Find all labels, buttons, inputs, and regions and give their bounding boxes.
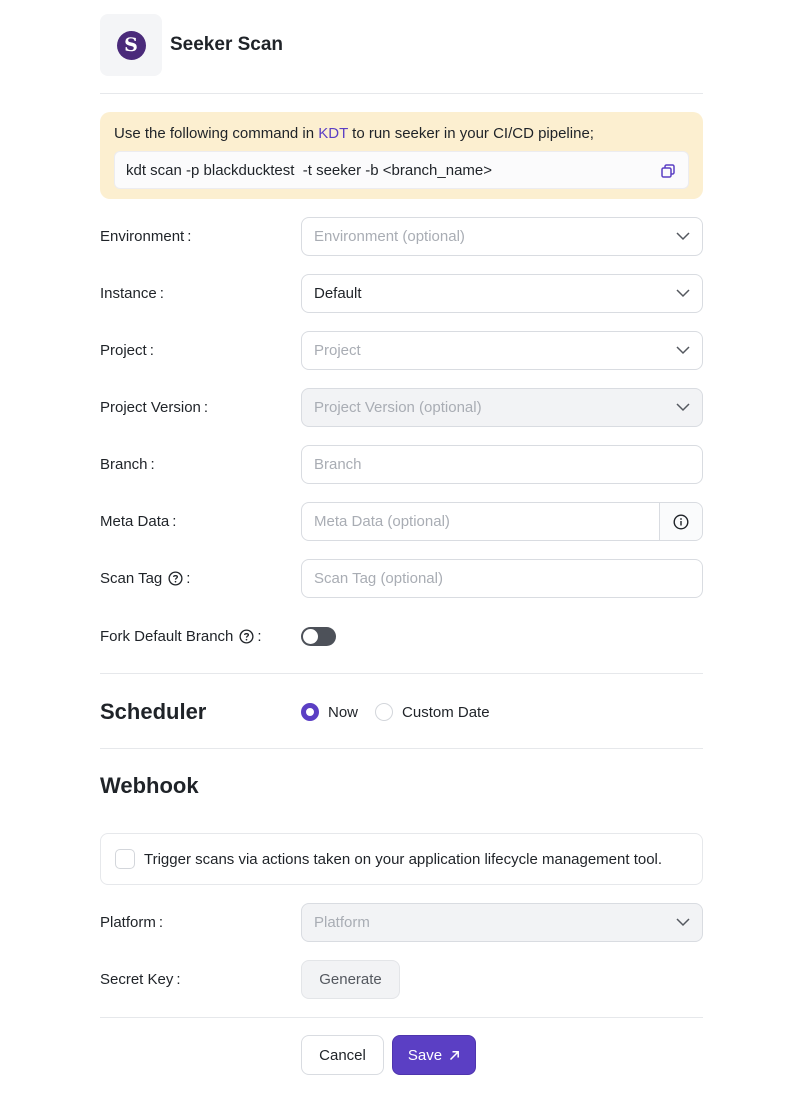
webhook-trigger-text: Trigger scans via actions taken on your … [144, 850, 663, 868]
meta-data-info-button[interactable] [659, 503, 702, 540]
arrow-up-right-icon [450, 1050, 460, 1060]
meta-data-placeholder: Meta Data (optional) [314, 513, 450, 530]
project-placeholder: Project [314, 342, 361, 359]
instance-value: Default [314, 285, 362, 302]
platform-placeholder: Platform [314, 914, 370, 931]
radio-now-label[interactable]: Now [328, 704, 358, 721]
fork-default-branch-toggle[interactable] [301, 627, 336, 646]
notice-text-before: Use the following command in [114, 125, 319, 142]
fork-default-branch-row: Fork Default Branch : [100, 617, 703, 656]
scan-tag-input[interactable]: Scan Tag (optional) [301, 559, 703, 598]
instance-select[interactable]: Default [301, 274, 703, 313]
environment-row: Environment: Environment (optional) [100, 217, 703, 256]
project-row: Project: Project [100, 331, 703, 370]
fork-default-branch-label: Fork Default Branch : [100, 628, 262, 645]
webhook-trigger-checkbox[interactable] [115, 849, 135, 869]
platform-row: Platform: Platform [100, 903, 703, 942]
platform-select[interactable]: Platform [301, 903, 703, 942]
environment-placeholder: Environment (optional) [314, 228, 465, 245]
webhook-trigger-box: Trigger scans via actions taken on your … [100, 833, 703, 885]
meta-data-label: Meta Data: [100, 513, 177, 530]
chevron-down-icon [676, 403, 690, 412]
secret-key-label: Secret Key: [100, 971, 181, 988]
platform-label: Platform: [100, 914, 164, 931]
radio-custom-date-label[interactable]: Custom Date [402, 704, 490, 721]
branch-row: Branch: Branch [100, 445, 703, 484]
help-icon[interactable] [239, 629, 254, 644]
info-icon [673, 513, 689, 530]
project-version-row: Project Version: Project Version (option… [100, 388, 703, 427]
project-select[interactable]: Project [301, 331, 703, 370]
instance-label: Instance: [100, 285, 164, 302]
generate-button[interactable]: Generate [301, 960, 400, 999]
notice-text-after: to run seeker in your CI/CD pipeline; [348, 125, 594, 142]
scheduler-title: Scheduler [100, 699, 207, 724]
command-box: kdt scan -p blackducktest -t seeker -b <… [114, 151, 689, 189]
meta-data-input[interactable]: Meta Data (optional) [301, 502, 703, 541]
kdt-link[interactable]: KDT [318, 125, 348, 142]
command-text: kdt scan -p blackducktest -t seeker -b <… [126, 161, 493, 179]
toggle-knob [303, 629, 318, 644]
logo-letter: S [116, 30, 146, 60]
copy-icon[interactable] [660, 163, 676, 179]
help-icon[interactable] [168, 571, 183, 586]
scan-tag-placeholder: Scan Tag (optional) [314, 570, 443, 587]
branch-label: Branch: [100, 456, 155, 473]
chevron-down-icon [676, 289, 690, 298]
chevron-down-icon [676, 232, 690, 241]
webhook-title: Webhook [100, 773, 199, 798]
branch-placeholder: Branch [314, 456, 362, 473]
cancel-button[interactable]: Cancel [301, 1035, 384, 1075]
project-version-placeholder: Project Version (optional) [314, 399, 482, 416]
scan-tag-row: Scan Tag : Scan Tag (optional) [100, 559, 703, 598]
divider [100, 1017, 703, 1018]
instance-row: Instance: Default [100, 274, 703, 313]
chevron-down-icon [676, 346, 690, 355]
environment-label: Environment: [100, 228, 192, 245]
environment-select[interactable]: Environment (optional) [301, 217, 703, 256]
divider [100, 673, 703, 674]
project-label: Project: [100, 342, 154, 359]
save-label: Save [407, 1046, 443, 1064]
divider [100, 748, 703, 749]
radio-custom-date[interactable] [375, 703, 394, 721]
scan-tag-label: Scan Tag : [100, 570, 191, 587]
meta-data-row: Meta Data: Meta Data (optional) [100, 502, 703, 541]
cicd-notice: Use the following command in KDT to run … [100, 112, 703, 199]
cancel-label: Cancel [319, 1046, 366, 1064]
scheduler-radio-group: Now Custom Date [301, 702, 507, 722]
chevron-down-icon [676, 918, 690, 927]
notice-text: Use the following command in KDT to run … [114, 125, 689, 143]
app-logo: S [100, 14, 162, 76]
radio-now[interactable] [301, 703, 319, 721]
header: S Seeker Scan [100, 14, 703, 76]
divider [100, 93, 703, 94]
page-title: Seeker Scan [170, 34, 284, 55]
project-version-label: Project Version: [100, 399, 209, 416]
project-version-select[interactable]: Project Version (optional) [301, 388, 703, 427]
save-button[interactable]: Save [392, 1035, 476, 1075]
branch-input[interactable]: Branch [301, 445, 703, 484]
secret-key-row: Secret Key: [100, 960, 703, 999]
